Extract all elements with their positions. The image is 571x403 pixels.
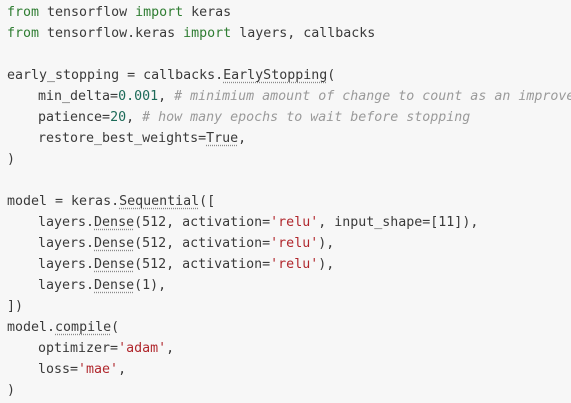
code-line-19: ) xyxy=(0,380,571,401)
call-args: ), xyxy=(318,236,335,251)
code-line-10: model = keras.Sequential([ xyxy=(0,191,571,212)
comma: , xyxy=(166,341,175,356)
import-name: keras xyxy=(183,5,232,20)
code-line-7: restore_best_weights=True, xyxy=(0,128,571,149)
code-line-1: from tensorflow import keras xyxy=(0,2,571,23)
assignment: model = keras. xyxy=(7,194,120,209)
module-prefix: layers. xyxy=(38,278,95,293)
code-line-13: layers.Dense(512, activation='relu'), xyxy=(0,254,571,275)
comma: , xyxy=(238,131,247,146)
string-literal: 'mae' xyxy=(78,362,119,377)
open-bracket: ([ xyxy=(199,194,216,209)
argument-name: patience= xyxy=(38,110,111,125)
module-name: tensorflow xyxy=(39,5,136,20)
keyword-import: import xyxy=(183,26,232,41)
argument-name: restore_best_weights= xyxy=(38,131,207,146)
function-reference-dense[interactable]: Dense xyxy=(94,236,134,251)
call-args: (512, activation= xyxy=(134,215,271,230)
comma: , xyxy=(118,362,127,377)
code-comment: # how many epochs to wait before stoppin… xyxy=(142,110,471,125)
function-reference-dense[interactable]: Dense xyxy=(94,278,134,293)
code-line-2: from tensorflow.keras import layers, cal… xyxy=(0,23,571,44)
call-args: (512, activation= xyxy=(134,257,271,272)
string-literal: 'relu' xyxy=(270,257,319,272)
comma: , xyxy=(126,110,143,125)
code-comment: # minimium amount of change to count as … xyxy=(174,89,571,104)
module-name: tensorflow.keras xyxy=(39,26,184,41)
code-line-15: ]) xyxy=(0,296,571,317)
function-reference-compile[interactable]: compile xyxy=(55,320,111,335)
number-literal: 0.001 xyxy=(118,89,159,104)
call-args: (1), xyxy=(134,278,167,293)
code-line-6: patience=20, # how many epochs to wait b… xyxy=(0,107,571,128)
module-prefix: layers. xyxy=(38,257,95,272)
open-paren: ( xyxy=(111,320,120,335)
class-reference-sequential[interactable]: Sequential xyxy=(119,194,199,209)
call-args: , input_shape=[11]), xyxy=(318,215,479,230)
comma: , xyxy=(158,89,175,104)
import-names: layers, callbacks xyxy=(231,26,376,41)
argument-name: optimizer= xyxy=(38,341,119,356)
module-prefix: layers. xyxy=(38,236,95,251)
keyword-from: from xyxy=(7,5,40,20)
keyword-from: from xyxy=(7,26,40,41)
string-literal: 'adam' xyxy=(118,341,167,356)
call-args: (512, activation= xyxy=(134,236,271,251)
code-line-14: layers.Dense(1), xyxy=(0,275,571,296)
string-literal: 'relu' xyxy=(270,236,319,251)
function-reference-dense[interactable]: Dense xyxy=(94,257,134,272)
function-reference-dense[interactable]: Dense xyxy=(94,215,134,230)
code-line-4: early_stopping = callbacks.EarlyStopping… xyxy=(0,65,571,86)
argument-name: loss= xyxy=(38,362,79,377)
open-paren: ( xyxy=(327,68,336,83)
call-args: ), xyxy=(318,257,335,272)
close-paren: ) xyxy=(7,152,16,167)
code-block: from tensorflow import keras from tensor… xyxy=(0,0,571,403)
code-line-12: layers.Dense(512, activation='relu'), xyxy=(0,233,571,254)
number-literal: 20 xyxy=(110,110,127,125)
code-line-16: model.compile( xyxy=(0,317,571,338)
code-line-11: layers.Dense(512, activation='relu', inp… xyxy=(0,212,571,233)
constant-true[interactable]: True xyxy=(206,131,238,146)
close-paren: ) xyxy=(7,383,16,398)
code-line-18: loss='mae', xyxy=(0,359,571,380)
close-bracket: ]) xyxy=(7,299,24,314)
class-reference-earlystopping[interactable]: EarlyStopping xyxy=(223,68,327,83)
code-line-5: min_delta=0.001, # minimium amount of ch… xyxy=(0,86,571,107)
code-line-17: optimizer='adam', xyxy=(0,338,571,359)
assignment: early_stopping = callbacks. xyxy=(7,68,224,83)
module-prefix: layers. xyxy=(38,215,95,230)
argument-name: min_delta= xyxy=(38,89,119,104)
object-prefix: model. xyxy=(7,320,56,335)
code-line-8: ) xyxy=(0,149,571,170)
keyword-import: import xyxy=(135,5,184,20)
string-literal: 'relu' xyxy=(270,215,319,230)
